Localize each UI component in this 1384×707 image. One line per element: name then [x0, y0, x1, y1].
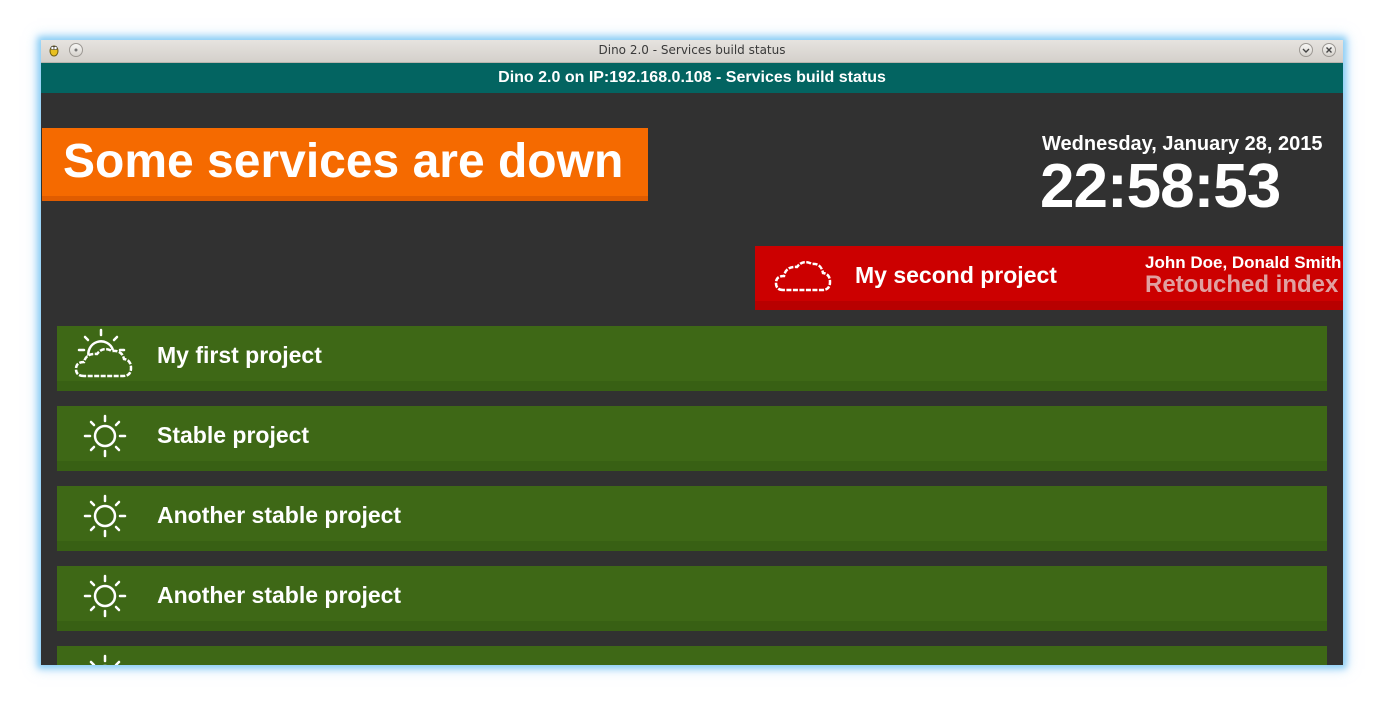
failing-project-name: My second project — [855, 262, 1057, 288]
failing-project-authors: John Doe, Donald Smith — [1145, 253, 1342, 272]
failing-project-card[interactable]: My second project John Doe, Donald Smith… — [755, 246, 1343, 310]
failing-project-commit: Retouched index — [1145, 271, 1339, 298]
sun-icon — [73, 568, 137, 620]
app-header: Dino 2.0 on IP:192.168.0.108 - Services … — [41, 63, 1343, 93]
project-row[interactable]: My first project — [57, 326, 1327, 391]
sun-icon — [73, 488, 137, 540]
status-text: Some services are down — [63, 135, 624, 188]
close-button[interactable] — [1322, 43, 1336, 57]
project-row[interactable] — [57, 646, 1327, 665]
sun-icon — [73, 648, 137, 665]
project-name: Another stable project — [157, 582, 402, 608]
project-name: My first project — [157, 342, 322, 368]
project-list: My first project Stable project Another … — [57, 326, 1327, 665]
header-title: Dino 2.0 on IP:192.168.0.108 - Services … — [498, 69, 886, 86]
project-name: Stable project — [157, 422, 310, 448]
project-row[interactable]: Another stable project — [57, 566, 1327, 631]
window-title: Dino 2.0 - Services build status — [598, 43, 786, 57]
clock-time: 22:58:53 — [1040, 152, 1281, 221]
project-row[interactable]: Stable project — [57, 406, 1327, 471]
project-name: Another stable project — [157, 502, 402, 528]
project-row[interactable]: Another stable project — [57, 486, 1327, 551]
sun-icon — [73, 408, 137, 460]
cloud-icon — [773, 254, 833, 298]
partly-cloudy-icon — [73, 328, 137, 380]
app-window: Dino 2.0 - Services build status Dino 2.… — [41, 40, 1343, 665]
window-titlebar[interactable]: Dino 2.0 - Services build status — [41, 40, 1343, 63]
minimize-button[interactable] — [1299, 43, 1313, 57]
status-banner: Some services are down — [42, 128, 648, 201]
